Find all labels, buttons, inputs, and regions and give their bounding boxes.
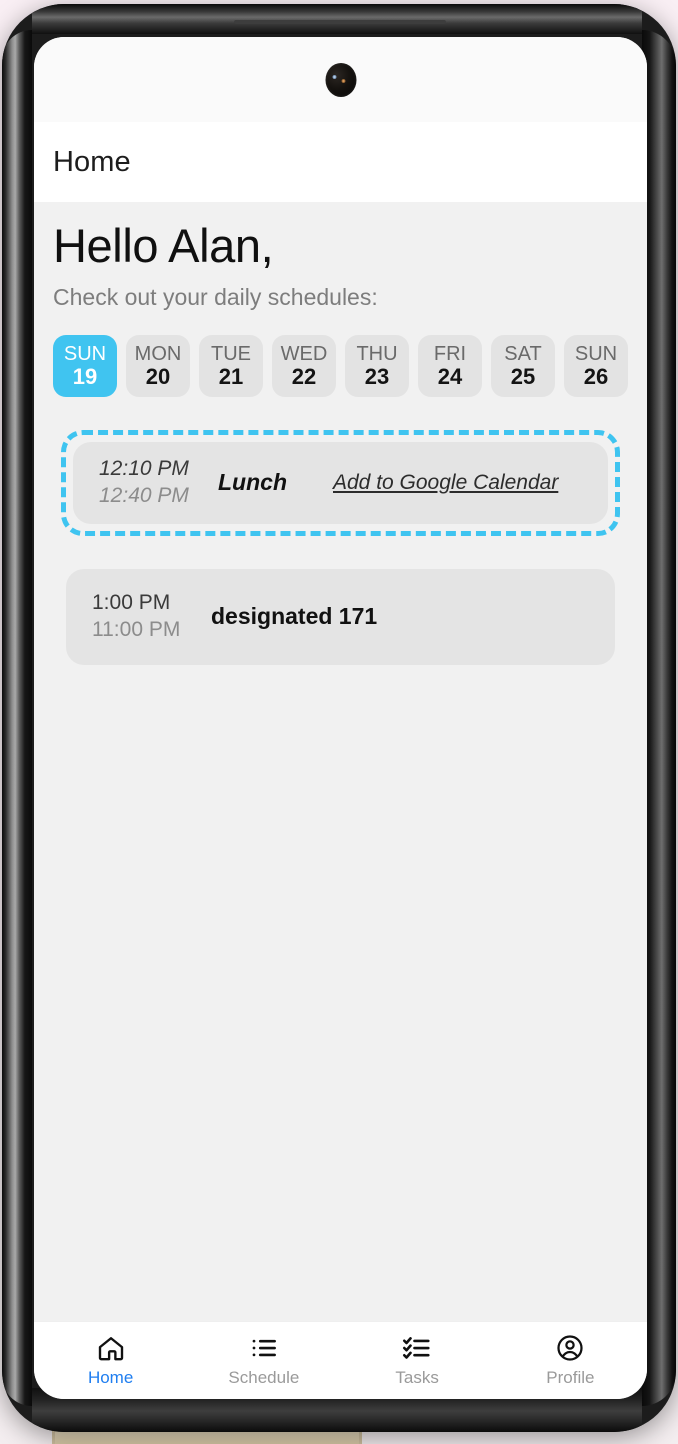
- day-chip-weekday: MON: [134, 342, 182, 365]
- phone-bezel-right: [642, 30, 676, 1406]
- nav-item-schedule[interactable]: Schedule: [187, 1333, 340, 1388]
- nav-item-home[interactable]: Home: [34, 1333, 187, 1388]
- day-chip-weekday: SUN: [63, 342, 107, 365]
- phone-bezel-top: [32, 4, 642, 34]
- day-chip-weekday: SAT: [504, 342, 542, 365]
- day-chip-date: 25: [510, 363, 536, 389]
- day-chip-date: 23: [364, 363, 390, 389]
- schedule-start-time: 1:00 PM: [92, 591, 171, 615]
- phone-device-frame: Home Hello Alan, Check out your daily sc…: [2, 4, 676, 1432]
- day-chip-date: 24: [437, 363, 463, 389]
- nav-item-profile[interactable]: Profile: [494, 1333, 647, 1388]
- checklist-icon[interactable]: [402, 1333, 432, 1363]
- earpiece-speaker: [234, 20, 446, 24]
- day-chip-mon-20[interactable]: MON 20: [126, 334, 190, 397]
- phone-screen: Home Hello Alan, Check out your daily sc…: [34, 37, 647, 1399]
- add-to-google-calendar-link[interactable]: Add to Google Calendar: [333, 471, 558, 495]
- day-chip-wed-22[interactable]: WED 22: [272, 334, 336, 397]
- nav-item-tasks[interactable]: Tasks: [341, 1333, 494, 1388]
- list-icon[interactable]: [249, 1333, 279, 1363]
- day-chip-tue-21[interactable]: TUE 21: [199, 334, 263, 397]
- schedule-card[interactable]: 1:00 PM 11:00 PM designated 171: [53, 568, 628, 665]
- nav-item-label: Tasks: [395, 1368, 439, 1387]
- greeting-subtitle: Check out your daily schedules:: [53, 283, 378, 310]
- bottom-navigation[interactable]: Home Schedule Tasks Profile: [34, 1321, 647, 1399]
- day-chip-date: 21: [218, 363, 244, 389]
- person-circle-icon[interactable]: [555, 1333, 585, 1363]
- day-chip-thu-23[interactable]: THU 23: [345, 334, 409, 397]
- page-title: Home: [53, 145, 131, 178]
- home-icon[interactable]: [96, 1333, 126, 1363]
- day-chip-weekday: SUN: [574, 342, 618, 365]
- schedule-event-title: designated 171: [211, 603, 378, 630]
- schedule-card-body[interactable]: 12:10 PM 12:40 PM Lunch Add to Google Calen…: [73, 441, 608, 524]
- day-chip-sun-19[interactable]: SUN 19: [53, 334, 117, 397]
- greeting-heading: Hello Alan,: [53, 219, 274, 272]
- day-chip-sun-26[interactable]: SUN 26: [564, 334, 628, 397]
- front-camera-icon: [325, 63, 356, 97]
- day-chip-date: 26: [583, 363, 609, 389]
- status-bar: [34, 37, 647, 122]
- day-chip-date: 19: [72, 363, 98, 389]
- schedule-card-body[interactable]: 1:00 PM 11:00 PM designated 171: [66, 568, 615, 665]
- day-chip-date: 22: [291, 363, 317, 389]
- schedule-time-range: 12:10 PM 12:40 PM: [99, 457, 192, 509]
- main-content: Hello Alan, Check out your daily schedul…: [34, 202, 647, 1321]
- schedule-list: 12:10 PM 12:40 PM Lunch Add to Google Calen…: [53, 429, 628, 665]
- nav-item-label: Home: [87, 1368, 134, 1387]
- schedule-end-time: 11:00 PM: [92, 618, 181, 642]
- day-chip-weekday: WED: [280, 342, 328, 365]
- schedule-start-time: 12:10 PM: [99, 457, 189, 481]
- day-chip-weekday: THU: [356, 342, 398, 365]
- schedule-card-highlighted[interactable]: 12:10 PM 12:40 PM Lunch Add to Google Calen…: [61, 429, 620, 536]
- day-chip-weekday: TUE: [211, 342, 251, 365]
- schedule-end-time: 12:40 PM: [99, 484, 189, 508]
- date-selector[interactable]: SUN 19 MON 20 TUE 21 WED 22 THU 23 FRI 24 SAT 25 SUN 26: [53, 334, 628, 397]
- nav-item-label: Profile: [546, 1368, 595, 1387]
- app-bar: Home: [34, 122, 647, 202]
- phone-bezel-left: [2, 30, 32, 1406]
- day-chip-date: 20: [145, 363, 171, 389]
- schedule-event-title: Lunch: [218, 469, 287, 496]
- day-chip-weekday: FRI: [433, 342, 467, 365]
- schedule-time-range: 1:00 PM 11:00 PM: [92, 591, 185, 643]
- day-chip-fri-24[interactable]: FRI 24: [418, 334, 482, 397]
- day-chip-sat-25[interactable]: SAT 25: [491, 334, 555, 397]
- nav-item-label: Schedule: [228, 1368, 300, 1387]
